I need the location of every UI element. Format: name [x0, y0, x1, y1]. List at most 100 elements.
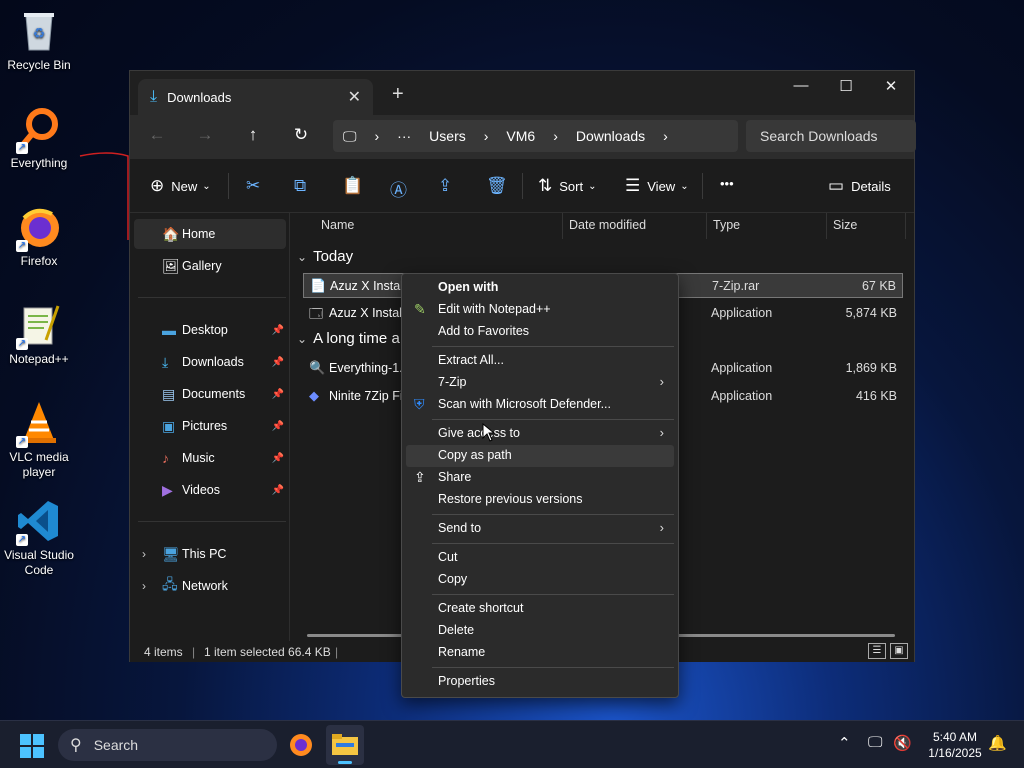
menu-item-cut[interactable]: Cut [406, 547, 674, 569]
pin-icon[interactable]: 📌 [272, 357, 284, 368]
group-header-today[interactable]: ⌄ Today [297, 248, 353, 265]
chevron-right-icon[interactable]: › [663, 128, 668, 144]
maximize-button[interactable]: ☐ [823, 77, 869, 95]
breadcrumb[interactable]: 🖵 › ··· Users › VM6 › Downloads › [333, 120, 738, 152]
monitor-icon[interactable]: 🖵 [343, 128, 357, 145]
rename-button[interactable]: Ⓐ [390, 176, 414, 201]
group-header-older[interactable]: ⌄ A long time a [297, 330, 400, 347]
menu-label: Rename [438, 645, 486, 659]
column-header-type[interactable]: Type [713, 218, 740, 232]
sidebar-item-this-pc[interactable]: › 🖥 This PC [134, 539, 286, 569]
desktop-icon-notepadpp[interactable]: ↗ Notepad++ [4, 302, 74, 367]
menu-item-restore-versions[interactable]: Restore previous versions [406, 489, 674, 511]
chevron-right-icon[interactable]: › [142, 579, 146, 593]
menu-item-scan-defender[interactable]: ⛨ Scan with Microsoft Defender... [406, 394, 674, 416]
network-tray-icon[interactable]: 🖵 [868, 734, 882, 751]
tab-close-icon[interactable]: ✕ [348, 87, 361, 107]
menu-item-copy[interactable]: Copy [406, 569, 674, 591]
paste-button[interactable]: 📋 [342, 176, 370, 196]
close-button[interactable]: ✕ [868, 77, 914, 95]
cut-button[interactable]: ✂ [246, 176, 267, 196]
view-button[interactable]: ☰ View ⌄ [625, 176, 689, 196]
menu-item-extract-all[interactable]: Extract All... [406, 350, 674, 372]
sidebar-item-gallery[interactable]: 🖼 Gallery [134, 251, 286, 281]
copy-button[interactable]: ⧉ [294, 176, 313, 196]
menu-item-give-access[interactable]: Give access to › [406, 423, 674, 445]
menu-item-rename[interactable]: Rename [406, 642, 674, 664]
desktop-icon-label: Firefox [20, 254, 58, 268]
tab-downloads[interactable]: ⤓ Downloads ✕ [138, 79, 373, 115]
breadcrumb-users[interactable]: Users [429, 128, 466, 144]
desktop-icon-vscode[interactable]: ↗ Visual Studio Code [4, 498, 74, 578]
shortcut-arrow-icon: ↗ [16, 240, 28, 252]
column-header-date[interactable]: Date modified [569, 218, 646, 232]
menu-item-7zip[interactable]: 7-Zip › [406, 372, 674, 394]
sidebar-item-desktop[interactable]: ▬ Desktop 📌 [134, 315, 286, 345]
taskbar-file-explorer[interactable] [326, 725, 364, 765]
menu-label: Create shortcut [438, 601, 524, 615]
menu-item-properties[interactable]: Properties [406, 671, 674, 693]
menu-item-edit-notepadpp[interactable]: ✎ Edit with Notepad++ [406, 299, 674, 321]
menu-item-delete[interactable]: Delete [406, 620, 674, 642]
menu-item-add-favorites[interactable]: Add to Favorites [406, 321, 674, 343]
taskbar-search[interactable]: ⚲ Search [58, 729, 277, 761]
start-button[interactable] [20, 734, 44, 758]
vlc-icon: ↗ [16, 400, 62, 448]
breadcrumb-vm6[interactable]: VM6 [506, 128, 535, 144]
chevron-right-icon[interactable]: › [375, 128, 380, 144]
details-button[interactable]: ▭ Details [828, 176, 891, 196]
delete-button[interactable]: 🗑 [486, 176, 515, 196]
pin-icon[interactable]: 📌 [272, 421, 284, 432]
taskbar-firefox[interactable] [288, 732, 314, 761]
menu-item-send-to[interactable]: Send to › [406, 518, 674, 540]
sort-button[interactable]: ⇅ Sort ⌄ [538, 176, 596, 196]
sidebar-item-pictures[interactable]: ▣ Pictures 📌 [134, 411, 286, 441]
menu-item-create-shortcut[interactable]: Create shortcut [406, 598, 674, 620]
overflow-icon[interactable]: ··· [397, 128, 411, 144]
up-button[interactable]: ↑ [238, 125, 268, 145]
pin-icon[interactable]: 📌 [272, 325, 284, 336]
menu-item-share[interactable]: ⇪ Share [406, 467, 674, 489]
new-tab-button[interactable]: + [392, 83, 404, 106]
chevron-right-icon: › [659, 425, 664, 440]
vscode-icon: ↗ [16, 498, 62, 546]
sidebar-item-music[interactable]: ♪ Music 📌 [134, 443, 286, 473]
forward-button[interactable]: → [190, 125, 220, 145]
chevron-right-icon[interactable]: › [142, 547, 146, 561]
column-header-size[interactable]: Size [833, 218, 857, 232]
menu-item-copy-as-path[interactable]: Copy as path [406, 445, 674, 467]
tiles-view-icon[interactable]: ▣ [890, 643, 908, 659]
sidebar-item-downloads[interactable]: ⤓ Downloads 📌 [134, 347, 286, 377]
desktop-icon-firefox[interactable]: ↗ Firefox [4, 204, 74, 269]
search-input[interactable]: Search Downloads [746, 120, 916, 152]
minimize-button[interactable]: — [778, 77, 824, 94]
volume-muted-icon[interactable]: 🔇 [893, 734, 912, 752]
breadcrumb-downloads[interactable]: Downloads [576, 128, 645, 144]
system-clock[interactable]: 5:40 AM 1/16/2025 [920, 729, 990, 761]
sidebar-item-documents[interactable]: ▤ Documents 📌 [134, 379, 286, 409]
chevron-right-icon[interactable]: › [484, 128, 489, 144]
new-button[interactable]: ⊕ New ⌄ [150, 176, 211, 196]
new-label: New [171, 178, 198, 194]
pin-icon[interactable]: 📌 [272, 389, 284, 400]
refresh-button[interactable]: ↻ [286, 125, 316, 145]
show-hidden-icons-button[interactable]: ⌃ [838, 734, 851, 752]
pin-icon[interactable]: 📌 [272, 485, 284, 496]
share-button[interactable]: ⇪ [438, 176, 459, 196]
menu-label: Copy as path [438, 448, 512, 462]
back-button[interactable]: ← [142, 125, 172, 145]
pin-icon[interactable]: 📌 [272, 453, 284, 464]
notification-bell-icon[interactable]: 🔔 [988, 734, 1007, 752]
sidebar-item-network[interactable]: › 🖧 Network [134, 571, 286, 601]
sidebar-item-videos[interactable]: ▶ Videos 📌 [134, 475, 286, 505]
desktop-icon-recycle-bin[interactable]: ♻ Recycle Bin [4, 8, 74, 73]
desktop-icon-everything[interactable]: ↗ Everything [4, 106, 74, 171]
everything-app-icon: 🔍 [309, 360, 326, 375]
desktop-icon-vlc[interactable]: ↗ VLC media player [4, 400, 74, 480]
chevron-right-icon[interactable]: › [553, 128, 558, 144]
sidebar-item-home[interactable]: 🏠 Home [134, 219, 286, 249]
menu-item-open-with[interactable]: Open with [406, 277, 674, 299]
more-options-button[interactable]: ••• [720, 176, 734, 191]
details-view-icon[interactable]: ☰ [868, 643, 886, 659]
column-header-name[interactable]: Name [321, 218, 354, 232]
